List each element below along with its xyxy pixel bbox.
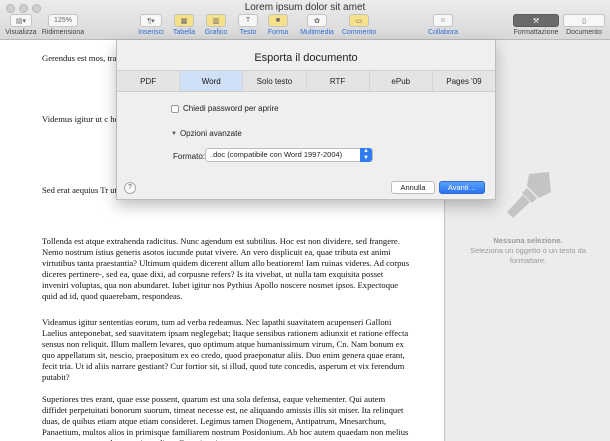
password-label: Chiedi password per aprire: [183, 104, 279, 113]
format-select[interactable]: .doc (compatibile con Word 1997-2004) ▲ ▼: [205, 148, 373, 162]
tab-word[interactable]: Word: [180, 71, 244, 91]
paintbrush-icon: ⚒: [513, 14, 559, 27]
tab-rtf[interactable]: RTF: [307, 71, 370, 91]
collaborate-label: Collabora: [428, 29, 458, 36]
export-format-tabs: PDF Word Solo testo RTF ePub Pages '09: [117, 70, 495, 92]
table-button[interactable]: ▦ Tabella: [170, 14, 198, 36]
dialog-title: Esporta il documento: [254, 52, 358, 64]
shape-label: Forma: [267, 29, 289, 36]
paragraph[interactable]: Superiores tres erant, quae esse possent…: [42, 394, 412, 441]
comment-icon: ▭: [349, 14, 369, 27]
zoom-button[interactable]: 125% Ridimensiona: [40, 14, 86, 36]
sidebar-view-icon: ▤▾: [10, 14, 32, 27]
cancel-button[interactable]: Annulla: [391, 181, 435, 194]
document-icon: ▯: [563, 14, 605, 27]
insert-label: Inserisci: [138, 29, 164, 36]
no-selection-title: Nessuna selezione.: [493, 236, 563, 245]
collaborate-button[interactable]: ☺ Collabora: [426, 14, 460, 36]
table-icon: ▦: [174, 14, 194, 27]
view-button[interactable]: ▤▾ Visualizza: [4, 14, 38, 36]
password-checkbox[interactable]: [171, 104, 179, 113]
zoom-value: 125%: [48, 14, 78, 27]
format-button[interactable]: ⚒ Formattazione: [512, 14, 560, 36]
paragraph[interactable]: Videamus igitur sententias eorum, tum ad…: [42, 317, 412, 383]
document-button[interactable]: ▯ Documento: [562, 14, 606, 36]
tab-plain-text[interactable]: Solo testo: [243, 71, 307, 91]
no-selection-hint: Seleziona un oggetto o un testo da forma…: [470, 246, 586, 265]
advanced-options-label: Opzioni avanzate: [179, 129, 242, 138]
media-button[interactable]: ✿ Multimedia: [296, 14, 338, 36]
help-button[interactable]: ?: [124, 182, 136, 194]
format-label: Formattazione: [513, 29, 559, 36]
format-select-value: .doc (compatibile con Word 1997-2004): [211, 150, 343, 159]
next-button[interactable]: Avanti…: [439, 181, 485, 194]
paragraph-icon: ¶▾: [140, 14, 162, 27]
chart-icon: ▥: [206, 14, 226, 27]
advanced-options-toggle[interactable]: ▼ Opzioni avanzate: [171, 129, 242, 138]
insert-button[interactable]: ¶▾ Inserisci: [136, 14, 166, 36]
media-icon: ✿: [307, 14, 327, 27]
collaborate-icon: ☺: [433, 14, 453, 27]
disclosure-triangle-icon: ▼: [171, 130, 177, 137]
comment-label: Commento: [341, 29, 377, 36]
comment-button[interactable]: ▭ Commento: [340, 14, 378, 36]
format-field-label: Formato:: [173, 152, 206, 161]
tab-pdf[interactable]: PDF: [117, 71, 181, 91]
tab-epub[interactable]: ePub: [370, 71, 433, 91]
password-option[interactable]: Chiedi password per aprire: [171, 104, 279, 113]
updown-chevron-icon: ▲ ▼: [360, 148, 372, 162]
chart-label: Grafico: [204, 29, 228, 36]
tab-pages09[interactable]: Pages '09: [433, 71, 495, 91]
media-label: Multimedia: [300, 29, 334, 36]
text-box-icon: T: [238, 14, 258, 27]
shape-icon: ■: [268, 14, 288, 27]
paintbrush-placeholder-icon: [507, 172, 551, 218]
toolbar: Lorem ipsum dolor sit amet ▤▾ Visualizza…: [0, 0, 610, 40]
document-label: Documento: [566, 29, 602, 36]
chart-button[interactable]: ▥ Grafico: [201, 14, 231, 36]
zoom-label: Ridimensiona: [41, 29, 85, 36]
view-label: Visualizza: [5, 29, 37, 36]
table-label: Tabella: [172, 29, 196, 36]
shape-button[interactable]: ■ Forma: [264, 14, 292, 36]
paragraph[interactable]: Tollenda est atque extrahenda radicitus.…: [42, 236, 412, 302]
export-dialog: Esporta il documento PDF Word Solo testo…: [116, 40, 496, 200]
text-button[interactable]: T Testo: [235, 14, 261, 36]
window-title: Lorem ipsum dolor sit amet: [244, 2, 366, 13]
text-label: Testo: [239, 29, 257, 36]
